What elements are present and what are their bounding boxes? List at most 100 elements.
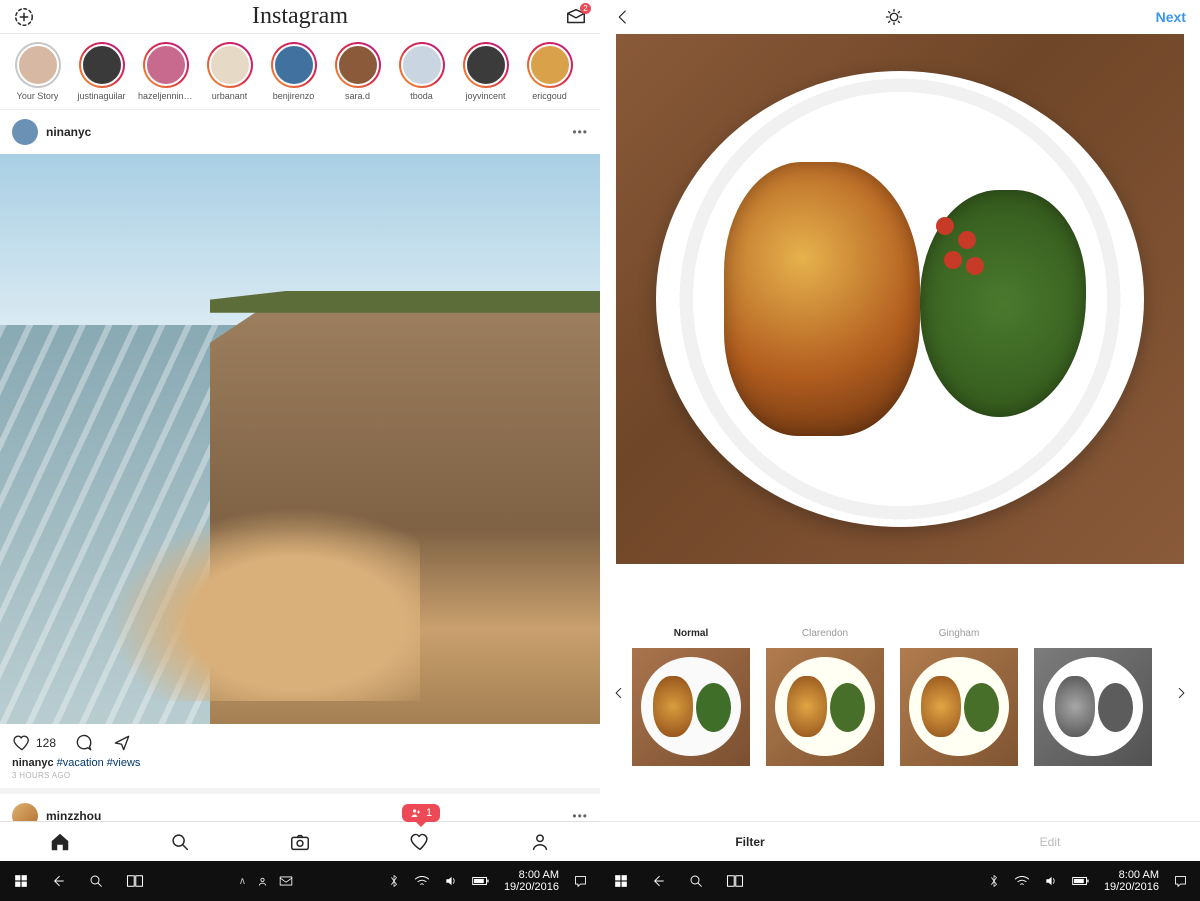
avatar[interactable] <box>12 803 38 821</box>
filter-label: Gingham <box>939 628 980 642</box>
feed-body[interactable]: ninanyc ••• 128 ninanyc <box>0 110 600 821</box>
story-item[interactable]: hazeljennings <box>138 42 193 101</box>
volume-icon[interactable] <box>1044 874 1058 888</box>
filter-item[interactable]: Clarendon <box>766 628 884 766</box>
editor-screen: Next Normal Clarendon Gingham Filter Edit <box>600 0 1200 861</box>
story-label: Your Story <box>17 91 59 101</box>
bottom-tabbar: 1 <box>0 821 600 861</box>
story-item[interactable]: urbanant <box>202 42 257 101</box>
post-username[interactable]: ninanyc <box>46 125 564 139</box>
story-item[interactable]: sara.d <box>330 42 385 101</box>
edit-tab[interactable]: Edit <box>900 822 1200 861</box>
editor-photo[interactable] <box>616 34 1184 564</box>
taskbar-clock[interactable]: 8:00 AM 19/20/2016 <box>504 869 559 893</box>
story-item[interactable]: tboda <box>394 42 449 101</box>
activity-notification-bubble[interactable]: 1 <box>402 804 440 822</box>
windows-taskbars: ∧ 8:00 AM 19/20/2016 <box>0 861 1200 901</box>
lux-button[interactable] <box>884 7 904 27</box>
next-button[interactable]: Next <box>1156 9 1186 25</box>
filter-item[interactable] <box>1034 628 1152 766</box>
post-username[interactable]: minzzhou <box>46 809 564 821</box>
wifi-icon[interactable] <box>414 875 430 887</box>
instagram-logo: Instagram <box>252 3 348 30</box>
profile-tab[interactable] <box>529 831 551 853</box>
story-item[interactable]: joyvincent <box>458 42 513 101</box>
story-label: tboda <box>410 91 433 101</box>
post-header: minzzhou ••• <box>0 788 600 821</box>
inbox-badge: 2 <box>580 3 591 14</box>
editor-bottom-tabs: Filter Edit <box>600 821 1200 861</box>
search-tab[interactable] <box>169 831 191 853</box>
story-label: joyvincent <box>465 91 505 101</box>
filter-label: Clarendon <box>802 628 848 642</box>
clock-time: 8:00 AM <box>1104 869 1159 881</box>
taskbar-right[interactable]: 8:00 AM 19/20/2016 <box>600 861 1200 901</box>
tray-mail-icon[interactable] <box>279 875 293 887</box>
post-header: ninanyc ••• <box>0 110 600 154</box>
like-count: 128 <box>36 736 56 750</box>
filters-carousel: Normal Clarendon Gingham <box>600 564 1200 821</box>
caption-username[interactable]: ninanyc <box>12 757 54 769</box>
avatar[interactable] <box>12 119 38 145</box>
action-center-icon[interactable] <box>573 874 588 889</box>
clock-date: 19/20/2016 <box>1104 881 1159 893</box>
filter-item[interactable]: Normal <box>632 628 750 766</box>
add-story-button[interactable] <box>12 5 36 29</box>
action-center-icon[interactable] <box>1173 874 1188 889</box>
inbox-button[interactable]: 2 <box>564 5 588 29</box>
story-label: benjirenzo <box>273 91 315 101</box>
filters-prev-button[interactable] <box>606 686 632 700</box>
filter-item[interactable]: Gingham <box>900 628 1018 766</box>
back-icon[interactable] <box>650 873 666 889</box>
task-view-icon[interactable] <box>726 874 744 888</box>
filter-tab[interactable]: Filter <box>600 822 900 861</box>
story-item[interactable]: justinaguilar <box>74 42 129 101</box>
story-label: sara.d <box>345 91 370 101</box>
camera-tab[interactable] <box>289 831 311 853</box>
battery-icon[interactable] <box>1072 875 1090 887</box>
battery-icon[interactable] <box>472 875 490 887</box>
taskbar-clock[interactable]: 8:00 AM 19/20/2016 <box>1104 869 1159 893</box>
search-icon[interactable] <box>688 873 704 889</box>
taskbar-left[interactable]: ∧ 8:00 AM 19/20/2016 <box>0 861 600 901</box>
task-view-icon[interactable] <box>126 874 144 888</box>
clock-date: 19/20/2016 <box>504 881 559 893</box>
clock-time: 8:00 AM <box>504 869 559 881</box>
start-button[interactable] <box>14 874 28 888</box>
story-label: urbanant <box>212 91 248 101</box>
story-label: ericgoud <box>532 91 567 101</box>
post-actions-row: 128 <box>0 724 600 757</box>
post-more-button[interactable]: ••• <box>572 809 588 821</box>
post-image[interactable] <box>0 154 600 724</box>
caption-hashtags[interactable]: #vacation #views <box>57 757 141 769</box>
tray-chevron-icon[interactable]: ∧ <box>239 876 246 887</box>
start-button[interactable] <box>614 874 628 888</box>
volume-icon[interactable] <box>444 874 458 888</box>
story-item[interactable]: Your Story <box>10 42 65 101</box>
story-label: justinaguilar <box>77 91 125 101</box>
story-item[interactable]: benjirenzo <box>266 42 321 101</box>
share-button[interactable] <box>112 733 132 753</box>
like-button[interactable]: 128 <box>12 733 56 753</box>
home-tab[interactable] <box>49 831 71 853</box>
filters-next-button[interactable] <box>1168 686 1194 700</box>
back-icon[interactable] <box>50 873 66 889</box>
comment-button[interactable] <box>74 733 94 753</box>
activity-tab[interactable] <box>409 831 431 853</box>
feed-screen: Instagram 2 Your Story justinaguilar hazel… <box>0 0 600 861</box>
feed-header: Instagram 2 <box>0 0 600 34</box>
search-icon[interactable] <box>88 873 104 889</box>
tray-people-icon[interactable] <box>256 875 269 888</box>
bluetooth-icon[interactable] <box>388 874 400 888</box>
wifi-icon[interactable] <box>1014 875 1030 887</box>
post-more-button[interactable]: ••• <box>572 125 588 139</box>
back-button[interactable] <box>614 8 632 26</box>
stories-row[interactable]: Your Story justinaguilar hazeljennings urba… <box>0 34 600 110</box>
notification-count: 1 <box>426 807 432 819</box>
story-item[interactable]: ericgoud <box>522 42 577 101</box>
post-caption: ninanyc #vacation #views <box>0 757 600 771</box>
filter-label: Normal <box>674 628 708 642</box>
story-label: hazeljennings <box>138 91 193 101</box>
editor-header: Next <box>600 0 1200 34</box>
bluetooth-icon[interactable] <box>988 874 1000 888</box>
